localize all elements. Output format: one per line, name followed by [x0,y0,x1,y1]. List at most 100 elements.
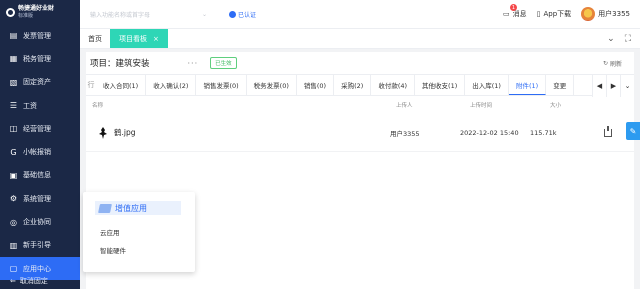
expense-icon: G [10,147,17,157]
chevron-down-icon[interactable]: ⌄ [620,75,634,97]
sidebar-item-salary[interactable]: ☰ 工资 [0,94,80,117]
tab-home[interactable]: 首页 [80,29,110,48]
asset-icon: ▧ [9,77,18,87]
sidebar-item-asset[interactable]: ▧ 固定资产 [0,71,80,94]
sidebar-item-invoice[interactable]: ▤ 发票管理 [0,24,80,47]
app-center-icon: ▢ [9,264,18,274]
invoice-icon: ▤ [9,31,18,41]
chevron-down-icon[interactable]: ⌄ [607,34,615,44]
sidebar-item-label: 企业协同 [23,218,51,227]
file-name[interactable]: 鹤.jpg [114,127,136,138]
sidebar-item-label: 小帐报销 [23,148,51,157]
avatar [581,7,596,21]
fullscreen-icon[interactable]: ⛶ [625,34,631,44]
sidebar-item-label: 系统管理 [23,194,51,203]
crane-image-icon [99,126,107,139]
side-help-icon[interactable]: ✎ [626,122,640,140]
sidebar: 畅捷通好业财 标准版 ▤ 发票管理 ▦ 税务管理 ▧ 固定资产 ☰ 工资 ◫ 经营管理 G 小帐报销 ▣… [0,0,80,289]
col-name: 名称 [92,103,104,109]
sidebar-nav: ▤ 发票管理 ▦ 税务管理 ▧ 固定资产 ☰ 工资 ◫ 经营管理 G 小帐报销 ▣ 基础信息 ⚙ 系统管理 ◎ 企… [0,24,80,281]
chevron-left-icon[interactable]: ◀ [592,75,606,97]
user-name: 用户3355 [598,10,630,18]
sidebar-item-business[interactable]: ◫ 经营管理 [0,117,80,140]
col-time: 上传时间 [470,103,493,109]
file-uploader: 用户3355 [390,129,420,138]
col-uploader: 上传人 [396,103,413,109]
app-download-button[interactable]: ▯ App下载 [537,9,572,19]
refresh-icon: ↻ [602,59,608,67]
sub-tab-5[interactable]: 销售(0) [297,75,335,95]
cloud-apps-item[interactable]: 云应用 [100,227,120,237]
business-icon: ◫ [9,124,18,134]
sub-tab-3[interactable]: 销售发票(0) [196,75,247,95]
sub-tab-truncated[interactable]: 行 [86,75,96,95]
phone-icon: ▯ [536,10,541,18]
sub-tab-1[interactable]: 收入合同(1) [96,75,147,95]
brand-name: 畅捷通好业财 [18,5,55,12]
refresh-label: 刷新 [609,60,622,68]
page-tabs: 首页 项目看板 × ⌄ ⛶ [80,29,640,49]
unpin-icon: ⇐ [10,277,16,285]
info-icon: ▣ [9,170,18,180]
popup-title: 增值应用 [115,203,147,213]
sidebar-item-label: 发票管理 [23,31,51,40]
chevron-down-icon: ⌄ [201,10,207,18]
sidebar-item-info[interactable]: ▣ 基础信息 [0,164,80,187]
guide-icon: ▥ [9,240,18,250]
sub-tab-6[interactable]: 采购(2) [334,75,372,95]
brand-logo: 畅捷通好业财 标准版 [0,0,80,24]
sub-tab-10[interactable]: 附件(1) [508,75,547,95]
status-badge: 已生效 [210,57,237,69]
search-input[interactable]: 输入功能名称或首字母 ⌄ [86,7,211,21]
sub-tab-11[interactable]: 变更 [546,75,575,95]
more-icon[interactable]: ··· [188,59,199,68]
sidebar-item-tax[interactable]: ▦ 税务管理 [0,47,80,70]
logo-icon [6,7,15,17]
project-title: 项目：建筑安装 [90,59,150,69]
close-icon[interactable]: × [153,35,159,43]
sidebar-item-label: 基础信息 [23,171,51,180]
sidebar-item-expense[interactable]: G 小帐报销 [0,140,80,163]
auth-status[interactable]: 已认证 [229,10,256,19]
sidebar-item-guide[interactable]: ▥ 新手引导 [0,234,80,257]
sub-tab-nav: ◀ ▶ ⌄ [592,75,634,97]
project-header: 项目：建筑安装 ··· 已生效 ↻ 刷新 [86,52,634,74]
sub-tab-9[interactable]: 出入库(1) [465,75,509,95]
sidebar-item-label: 经营管理 [23,124,51,133]
user-menu[interactable]: 用户3355 [581,7,630,21]
refresh-button[interactable]: ↻ 刷新 [603,59,622,68]
chevron-right-icon[interactable]: ▶ [606,75,620,97]
verified-icon [229,10,236,18]
file-size: 115.71k [530,128,557,137]
value-added-apps[interactable]: 增值应用 [95,201,181,215]
smart-hardware-item[interactable]: 智能硬件 [100,245,126,255]
sub-tab-7[interactable]: 收付款(4) [371,75,416,95]
app-download-label: App下载 [543,10,572,18]
sidebar-item-label: 工资 [23,101,37,110]
messages-button[interactable]: ▭ 1 消息 [503,4,527,19]
tab-project-board[interactable]: 项目看板 × [110,29,168,48]
tax-icon: ▦ [9,54,18,64]
sub-tabs: 行收入合同(1) 收入确认(2) 销售发票(0) 税务发票(0) 销售(0) 采购(2) 收… [86,74,634,97]
file-time: 2022-12-02 15:40 [460,128,519,137]
sidebar-item-system[interactable]: ⚙ 系统管理 [0,187,80,210]
table-row[interactable]: 鹤.jpg 用户3355 2022-12-02 15:40 115.71k [86,114,634,152]
unpin-button[interactable]: ⇐ 取消固定 [0,273,80,289]
tab-project-board-label: 项目看板 [119,34,147,43]
download-icon[interactable] [604,125,612,137]
sidebar-item-label: 税务管理 [23,54,51,63]
apps-icon [98,203,112,213]
sub-tab-2[interactable]: 收入确认(2) [146,75,197,95]
top-bar: 输入功能名称或首字母 ⌄ 已认证 ▭ 1 消息 ▯ App下载 用户3355 [80,0,640,29]
message-badge: 1 [510,4,517,11]
search-placeholder: 输入功能名称或首字母 [90,11,151,19]
sub-tab-4[interactable]: 税务发票(0) [247,75,297,95]
collab-icon: ◎ [10,217,17,227]
sub-tab-8[interactable]: 其他收支(1) [415,75,466,95]
system-icon: ⚙ [9,194,18,204]
top-right-actions: ▭ 1 消息 ▯ App下载 用户3355 [503,4,640,21]
sidebar-item-collab[interactable]: ◎ 企业协同 [0,210,80,233]
table-header: 名称 上传人 上传时间 大小 [86,96,634,114]
sidebar-item-label: 固定资产 [23,78,51,87]
brand-sub: 标准版 [18,13,34,19]
